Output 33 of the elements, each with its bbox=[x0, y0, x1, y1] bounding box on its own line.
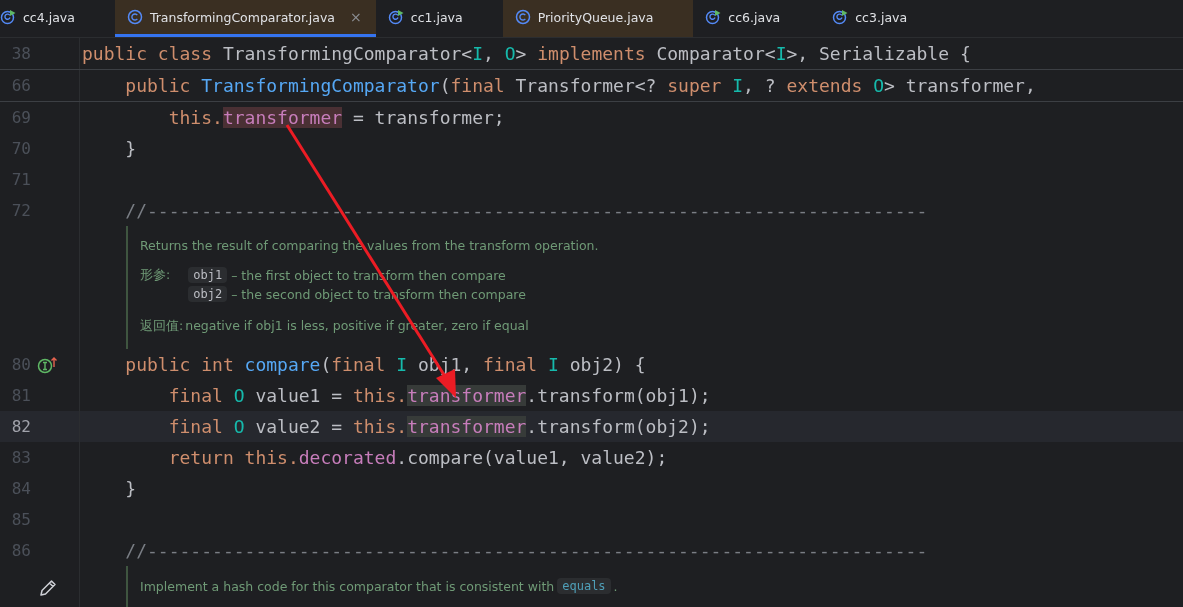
param-name: obj1 bbox=[188, 267, 228, 283]
returns-label: 返回值: bbox=[140, 318, 184, 335]
line-number: 82 bbox=[10, 417, 31, 436]
pencil-icon[interactable] bbox=[38, 578, 58, 598]
runnable-class-icon bbox=[832, 9, 849, 25]
doc-text: . bbox=[613, 578, 618, 594]
code-line: } bbox=[124, 137, 137, 161]
params-label: 形参: bbox=[140, 267, 171, 284]
doc-text: Returns the result of comparing the values from the transform operation. bbox=[140, 238, 599, 253]
param-name: obj2 bbox=[188, 286, 228, 302]
code-line: } bbox=[124, 477, 137, 501]
runnable-class-icon bbox=[0, 9, 16, 25]
code-line: public TransformingComparator(final Transformer<? super I, ? extends O> transformer, bbox=[124, 74, 1036, 98]
editor-tab[interactable]: PriorityQueue.java bbox=[502, 0, 694, 37]
class-icon bbox=[126, 9, 143, 25]
code-line: public class TransformingComparator<I, O> implements Comparator<I>, Serializable { bbox=[81, 42, 971, 66]
editor-tab[interactable]: cc1.java bbox=[375, 0, 503, 37]
code-reference[interactable]: equals bbox=[557, 578, 611, 594]
close-icon[interactable]: × bbox=[350, 9, 362, 25]
doc-text: Implement a hash code for this comparator that is consistent with bbox=[140, 578, 555, 594]
editor-tab[interactable]: cc4.java bbox=[0, 0, 115, 37]
editor-tab[interactable]: cc6.java bbox=[693, 0, 821, 37]
editor-tab[interactable]: TransformingComparator.java × bbox=[114, 0, 376, 37]
code-line: //------------------------------------------------------------------------ bbox=[124, 539, 928, 563]
code-line: final O value1 = this.transformer.transform(obj1); bbox=[167, 384, 711, 408]
code-line: this.transformer = transformer; bbox=[167, 106, 505, 130]
runnable-class-icon bbox=[705, 9, 722, 25]
code-line: return this.decorated.compare(value1, value2); bbox=[167, 446, 668, 470]
code-line: final O value2 = this.transformer.transform(obj2); bbox=[167, 415, 711, 439]
runnable-class-icon bbox=[387, 9, 404, 25]
implementation-icon[interactable] bbox=[37, 355, 59, 374]
class-icon bbox=[514, 9, 531, 25]
editor-tab[interactable]: cc3.java bbox=[820, 0, 948, 37]
